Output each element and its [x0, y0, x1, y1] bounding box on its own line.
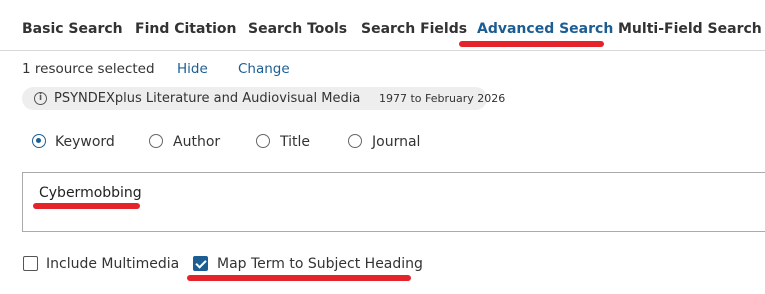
tab-search-fields[interactable]: Search Fields [361, 21, 467, 37]
radio-keyword[interactable] [32, 134, 46, 148]
resources-selected-text: 1 resource selected [22, 61, 155, 77]
highlight-underline-tab [459, 41, 604, 47]
tab-basic-search[interactable]: Basic Search [22, 21, 123, 37]
database-pill: i PSYNDEXplus Literature and Audiovisual… [22, 87, 505, 110]
highlight-underline-term [33, 203, 140, 209]
highlight-underline-map-term [187, 275, 411, 281]
database-range: 1977 to February 2026 [379, 92, 506, 105]
tab-search-tools[interactable]: Search Tools [248, 21, 347, 37]
map-term-checkbox[interactable] [193, 256, 208, 271]
radio-journal[interactable] [348, 134, 362, 148]
search-tabs: Basic Search Find Citation Search Tools … [0, 0, 765, 51]
radio-author[interactable] [149, 134, 163, 148]
tab-multi-field-search[interactable]: Multi-Field Search [618, 21, 762, 37]
radio-journal-label[interactable]: Journal [372, 134, 420, 150]
include-multimedia-checkbox[interactable] [23, 256, 38, 271]
info-icon: i [34, 92, 47, 105]
include-multimedia-label[interactable]: Include Multimedia [46, 256, 179, 272]
radio-title[interactable] [256, 134, 270, 148]
map-term-label[interactable]: Map Term to Subject Heading [217, 256, 423, 272]
tab-find-citation[interactable]: Find Citation [135, 21, 237, 37]
search-input-value: Cybermobbing [39, 185, 142, 201]
hide-link[interactable]: Hide [177, 61, 208, 77]
change-link[interactable]: Change [238, 61, 290, 77]
radio-keyword-label[interactable]: Keyword [55, 134, 115, 150]
radio-title-label[interactable]: Title [280, 134, 310, 150]
search-input[interactable]: Cybermobbing [22, 172, 765, 232]
database-name: PSYNDEXplus Literature and Audiovisual M… [54, 91, 361, 106]
search-type-options: Keyword Author Title Journal [0, 132, 765, 152]
tab-advanced-search[interactable]: Advanced Search [477, 21, 613, 37]
radio-author-label[interactable]: Author [173, 134, 220, 150]
